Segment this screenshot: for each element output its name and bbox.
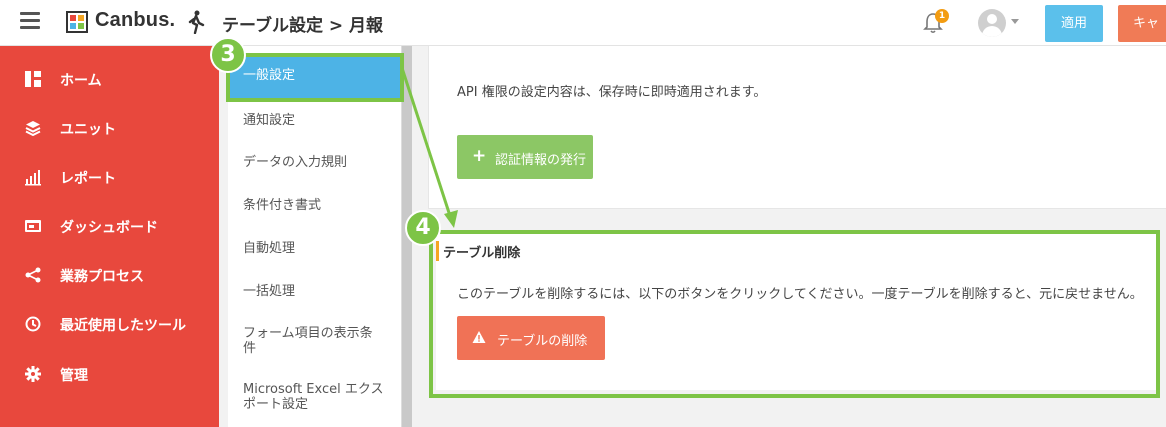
tab-data-validation[interactable]: データの入力規則 [228,155,402,170]
top-bar: Canbus. テーブル設定 > 月報 1 適用 キャ [0,0,1166,46]
page-title: テーブル設定 > 月報 [222,16,384,36]
sidebar-item-label: ユニット [60,122,116,138]
layers-icon [25,121,41,137]
sidebar-item-home[interactable]: ホーム [0,64,219,94]
sidebar-item-recent-tools[interactable]: 最近使用したツール [0,309,219,339]
issue-credentials-label: 認証情報の発行 [495,153,587,168]
sidebar-item-process[interactable]: 業務プロセス [0,260,219,290]
tab-label-line: フォーム項目の表示条 [243,326,373,341]
sidebar-item-admin[interactable]: 管理 [0,359,219,389]
annotation-box-step4 [429,230,1160,398]
api-settings-panel [428,46,1166,209]
history-clock-icon [25,316,41,332]
bar-chart-icon [25,170,41,186]
sidebar-item-label: 業務プロセス [60,269,144,285]
issue-credentials-button[interactable]: + 認証情報の発行 [457,135,593,179]
sidebar-item-label: 最近使用したツール [60,318,186,334]
tab-excel-export-settings[interactable]: Microsoft Excel エクス ポート設定 [228,382,402,412]
tab-form-display-conditions[interactable]: フォーム項目の表示条 件 [228,326,402,356]
annotation-step3-badge: 3 [210,37,246,73]
sidebar-item-label: ダッシュボード [60,220,158,236]
cancel-button[interactable]: キャ [1118,5,1166,42]
tab-bulk-processing[interactable]: 一括処理 [228,284,402,299]
brand-name: Canbus. [95,9,176,31]
annotation-box-step3 [226,53,404,102]
tab-notification-settings[interactable]: 通知設定 [228,113,402,128]
sidebar-item-label: レポート [60,171,116,187]
sidebar-item-report[interactable]: レポート [0,162,219,192]
tab-label-line: ポート設定 [243,397,309,412]
canbus-logo-icon [66,11,88,33]
api-description: API 権限の設定内容は、保存時に即時適用されます。 [457,85,767,100]
apply-button[interactable]: 適用 [1045,5,1103,42]
sidebar-item-label: ホーム [60,73,102,89]
tab-label-line: 件 [243,341,257,356]
tab-automation[interactable]: 自動処理 [228,241,402,256]
monitor-icon [25,220,41,232]
tab-conditional-format[interactable]: 条件付き書式 [228,198,402,213]
sidebar-item-unit[interactable]: ユニット [0,113,219,143]
sidebar-item-dashboard[interactable]: ダッシュボード [0,211,219,241]
plus-icon: + [472,146,487,166]
menu-icon[interactable] [20,12,40,32]
gear-icon [25,366,41,382]
walking-person-icon [188,10,205,34]
sidebar-item-label: 管理 [60,368,88,384]
tab-label-line: Microsoft Excel エクス [243,382,384,397]
chevron-down-icon[interactable] [1011,19,1019,24]
dashboard-grid-icon [25,71,41,87]
annotation-step4-badge: 4 [405,210,441,246]
user-avatar[interactable] [978,9,1006,37]
sidebar-gap [219,46,228,427]
settings-subnav [228,46,402,427]
process-share-icon [25,267,41,283]
notification-badge: 1 [935,9,949,23]
